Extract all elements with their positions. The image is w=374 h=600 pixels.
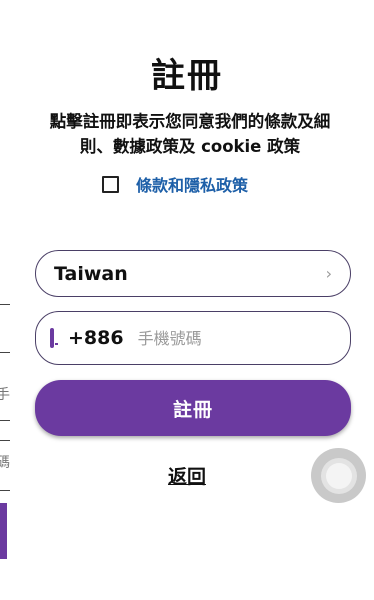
country-value: Taiwan xyxy=(54,262,128,285)
chevron-right-icon: › xyxy=(325,264,332,283)
register-button[interactable]: 註冊 xyxy=(35,380,351,436)
background-divider xyxy=(0,440,10,441)
assistive-touch-dot xyxy=(325,462,352,489)
background-divider xyxy=(0,304,10,305)
background-divider xyxy=(0,490,10,491)
phone-field[interactable]: +886 xyxy=(35,311,351,365)
terms-notice: 點擊註冊即表示您同意我們的條款及細則、數據政策及 cookie 政策 xyxy=(49,112,331,156)
page-title: 註冊 xyxy=(151,56,223,96)
background-divider xyxy=(0,420,10,421)
terms-row: 條款和隱私政策 xyxy=(102,172,248,196)
phone-number-input[interactable] xyxy=(135,327,340,349)
background-glyph: 手 xyxy=(0,387,10,403)
mobile-phone-icon xyxy=(50,328,58,348)
assistive-touch-ring xyxy=(320,457,357,494)
assistive-touch-button[interactable] xyxy=(311,448,366,503)
terms-privacy-link[interactable]: 條款和隱私政策 xyxy=(136,172,248,196)
dial-code: +886 xyxy=(68,327,124,349)
terms-checkbox[interactable] xyxy=(102,175,119,193)
country-selector[interactable]: Taiwan › xyxy=(35,250,351,297)
background-divider xyxy=(0,352,10,353)
background-purple-block xyxy=(0,503,7,559)
